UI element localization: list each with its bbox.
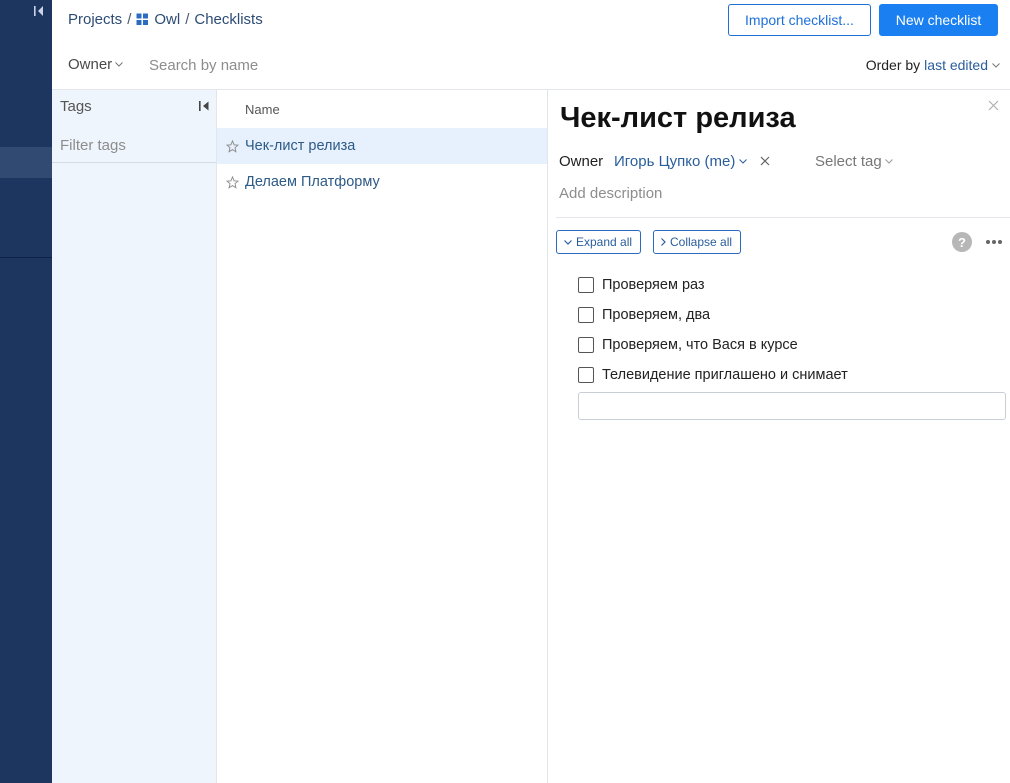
order-by-control[interactable]: Order by last edited	[866, 57, 1000, 73]
import-checklist-button[interactable]: Import checklist...	[728, 4, 871, 36]
select-tag-label: Select tag	[815, 153, 882, 170]
tags-panel: Tags	[52, 90, 217, 783]
star-icon[interactable]	[226, 175, 239, 189]
new-checklist-button[interactable]: New checklist	[879, 4, 998, 36]
item-text[interactable]: Телевидение приглашено и снимает	[602, 367, 848, 383]
list-item[interactable]: Делаем Платформу	[217, 164, 547, 200]
owner-value: Игорь Цупко (me)	[614, 153, 736, 170]
help-icon[interactable]: ?	[952, 232, 972, 252]
collapse-all-button[interactable]: Collapse all	[653, 230, 742, 254]
grid-icon	[136, 13, 149, 25]
star-icon[interactable]	[226, 139, 239, 153]
column-header-name[interactable]: Name	[245, 102, 280, 117]
expand-all-label: Expand all	[576, 235, 633, 249]
item-text[interactable]: Проверяем, два	[602, 307, 710, 323]
item-checkbox[interactable]	[578, 337, 594, 353]
chevron-down-icon	[739, 159, 748, 164]
close-icon[interactable]	[988, 100, 999, 111]
breadcrumb-projects[interactable]: Projects	[68, 11, 122, 28]
chevron-down-icon	[884, 159, 893, 164]
item-checkbox[interactable]	[578, 307, 594, 323]
list-item[interactable]: Чек-лист релиза	[217, 128, 547, 164]
list-item-name[interactable]: Чек-лист релиза	[245, 138, 355, 154]
owner-dropdown[interactable]: Игорь Цупко (me)	[614, 153, 748, 170]
checklist-item: Телевидение приглашено и снимает	[578, 360, 848, 390]
checklist-item: Проверяем, два	[578, 300, 848, 330]
chevron-down-icon	[115, 62, 124, 67]
breadcrumb: Projects / Owl / Checklists	[68, 11, 263, 28]
item-checkbox[interactable]	[578, 277, 594, 293]
filter-tags-input[interactable]	[52, 128, 216, 162]
owner-filter-dropdown[interactable]: Owner	[68, 56, 124, 73]
checklist-item: Проверяем, что Вася в курсе	[578, 330, 848, 360]
order-by-value[interactable]: last edited	[924, 57, 988, 73]
breadcrumb-separator: /	[185, 11, 190, 28]
chevron-down-icon	[564, 239, 572, 245]
checklist-items: Проверяем раз Проверяем, два Проверяем, …	[578, 270, 848, 390]
breadcrumb-project[interactable]: Owl	[154, 11, 180, 28]
nav-item-selected[interactable]	[0, 147, 52, 178]
order-by-label: Order by	[865, 57, 921, 73]
list-item-name[interactable]: Делаем Платформу	[245, 174, 380, 190]
owner-label: Owner	[559, 153, 604, 170]
select-tag-dropdown[interactable]: Select tag	[815, 153, 893, 170]
checklist-title[interactable]: Чек-лист релиза	[560, 102, 796, 135]
checklist-detail: Чек-лист релиза Owner Игорь Цупко (me) S…	[548, 90, 1010, 783]
chevron-right-icon	[661, 238, 666, 246]
add-description[interactable]: Add description	[559, 185, 662, 202]
breadcrumb-section[interactable]: Checklists	[194, 11, 262, 28]
collapse-nav-icon[interactable]	[32, 4, 46, 18]
nav-divider	[0, 257, 52, 258]
expand-all-button[interactable]: Expand all	[556, 230, 642, 254]
new-item-input[interactable]	[578, 392, 1006, 420]
search-input[interactable]	[143, 50, 443, 80]
tags-divider	[52, 162, 216, 163]
clear-owner-icon[interactable]	[760, 156, 770, 166]
breadcrumb-separator: /	[127, 11, 132, 28]
checklist-item: Проверяем раз	[578, 270, 848, 300]
more-options-icon[interactable]	[985, 239, 1003, 245]
owner-filter-label: Owner	[68, 56, 113, 73]
left-nav-rail	[0, 0, 52, 783]
item-checkbox[interactable]	[578, 367, 594, 383]
detail-divider	[556, 217, 1010, 218]
collapse-panel-icon[interactable]	[198, 100, 210, 112]
item-text[interactable]: Проверяем, что Вася в курсе	[602, 337, 798, 353]
checklist-list: Name Чек-лист релиза Делаем Платформу	[217, 90, 548, 783]
chevron-down-icon	[992, 62, 1000, 68]
item-text[interactable]: Проверяем раз	[602, 277, 705, 293]
collapse-all-label: Collapse all	[670, 235, 733, 249]
tags-title: Tags	[60, 98, 92, 115]
